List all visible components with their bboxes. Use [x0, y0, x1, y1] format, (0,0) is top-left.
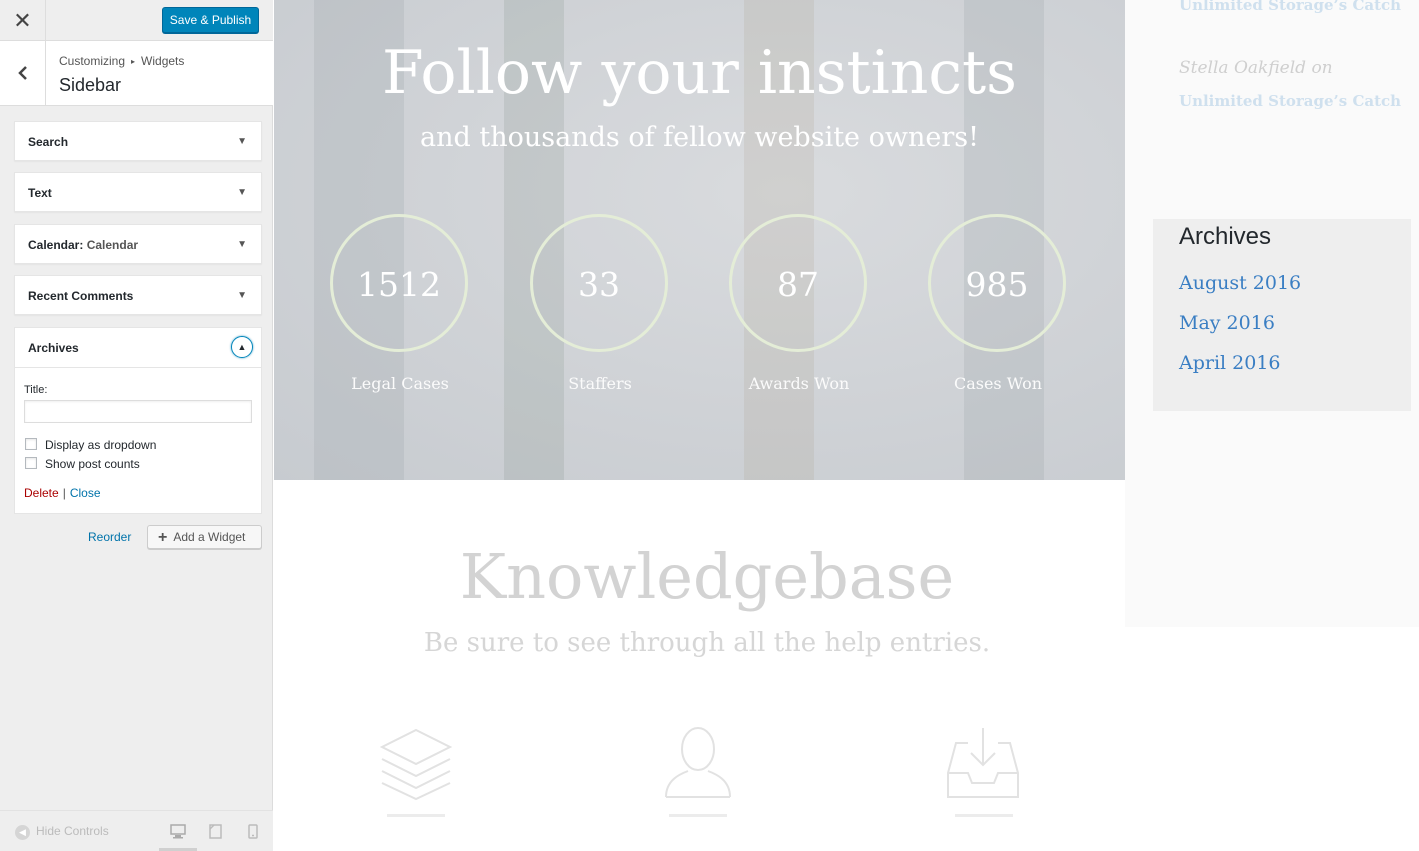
recent-comment-author: Stella Oakfield on [1179, 58, 1333, 78]
close-link[interactable]: Close [70, 486, 101, 500]
arrow-up-icon[interactable]: ▲ [231, 336, 253, 358]
action-separator: | [62, 486, 66, 500]
arrow-down-icon[interactable]: ▼ [237, 290, 247, 301]
recent-comment-link[interactable]: Unlimited Storage’s Catch [1179, 92, 1401, 110]
archive-link[interactable]: April 2016 [1179, 352, 1281, 374]
breadcrumb-item: Widgets [141, 54, 185, 68]
display-dropdown-option[interactable]: Display as dropdown [25, 438, 156, 452]
stat-counter: 33 Staffers [530, 214, 670, 393]
customizer-panel: ✕ Save & Publish Customizing ▸ Widgets Sid… [0, 0, 273, 851]
widget-text[interactable]: Text ▼ [14, 172, 262, 212]
widget-title: Recent Comments [28, 289, 134, 303]
knowledgebase-subtitle: Be sure to see through all the help entr… [423, 628, 991, 658]
stat-counter: 1512 Legal Cases [330, 214, 470, 393]
title-label: Title: [24, 384, 48, 396]
customizer-footer: ◀ Hide Controls [0, 810, 273, 851]
stat-value: 1512 [330, 214, 468, 352]
knowledgebase-title: Knowledgebase [459, 540, 955, 613]
stat-value: 87 [729, 214, 867, 352]
stat-label: Cases Won [953, 374, 1043, 393]
layers-icon [379, 728, 453, 801]
customizer-header: ✕ Save & Publish [0, 0, 273, 41]
widget-title: Archives [28, 341, 79, 355]
stat-label: Awards Won [748, 374, 850, 393]
archive-link[interactable]: May 2016 [1179, 312, 1275, 334]
widget-subtitle: Calendar [86, 238, 139, 252]
close-icon: ✕ [13, 8, 32, 33]
delete-link[interactable]: Delete [24, 486, 59, 500]
stat-label: Legal Cases [351, 374, 449, 393]
archives-title: Archives [1179, 223, 1272, 250]
title-input[interactable] [24, 400, 252, 423]
stat-label: Staffers [568, 374, 632, 393]
breadcrumb-separator-icon: ▸ [131, 57, 136, 66]
hide-controls-icon: ◀ [15, 825, 30, 840]
widget-title-text: Calendar [28, 238, 80, 252]
plus-icon: + [158, 529, 168, 546]
arrow-down-icon[interactable]: ▼ [237, 239, 247, 250]
save-publish-button[interactable]: Save & Publish [162, 7, 259, 33]
widget-title: Search [28, 135, 69, 149]
display-dropdown-checkbox[interactable] [25, 438, 37, 450]
stat-counter: 87 Awards Won [729, 214, 869, 393]
close-customizer-button[interactable]: ✕ [0, 0, 46, 41]
reorder-link[interactable]: Reorder [88, 530, 131, 544]
stat-value: 33 [530, 214, 668, 352]
back-icon [17, 66, 27, 80]
display-dropdown-label: Display as dropdown [45, 438, 157, 452]
section-header: Customizing ▸ Widgets Sidebar [0, 41, 273, 106]
hero-section: Follow your instincts and thousands of f… [274, 0, 1125, 480]
breadcrumb: Customizing ▸ Widgets [59, 54, 184, 68]
arrow-down-icon[interactable]: ▼ [237, 136, 247, 147]
widget-calendar[interactable]: Calendar: Calendar ▼ [14, 224, 262, 264]
mobile-icon[interactable] [248, 824, 258, 839]
hide-controls-label: Hide Controls [36, 824, 109, 838]
widget-archives: Archives ▲ Title: Display as dropdown Sh… [14, 327, 262, 514]
archives-widget-preview: Archives August 2016 May 2016 April 2016 [1153, 219, 1411, 411]
show-counts-option[interactable]: Show post counts [25, 457, 140, 471]
section-title: Sidebar [59, 75, 122, 95]
back-button[interactable] [0, 41, 46, 106]
widget-recent-comments[interactable]: Recent Comments ▼ [14, 275, 262, 315]
widget-archives-header[interactable]: Archives ▲ [15, 328, 261, 368]
hero-subtitle: and thousands of fellow website owners! [420, 122, 979, 153]
user-icon [665, 727, 731, 798]
divider [387, 814, 445, 817]
divider [955, 814, 1013, 817]
tablet-icon[interactable] [209, 824, 222, 839]
breadcrumb-item: Customizing [59, 54, 126, 68]
divider [669, 814, 727, 817]
archive-link[interactable]: August 2016 [1179, 272, 1301, 294]
add-widget-button[interactable]: + Add a Widget [147, 525, 262, 549]
show-counts-label: Show post counts [45, 457, 140, 471]
hero-title: Follow your instincts [382, 38, 1017, 108]
widget-actions: Delete | Close [24, 486, 101, 500]
inbox-download-icon [947, 728, 1019, 798]
desktop-icon[interactable] [170, 824, 186, 839]
show-counts-checkbox[interactable] [25, 457, 37, 469]
stat-counter: 985 Cases Won [928, 214, 1068, 393]
recent-comment-link[interactable]: Unlimited Storage’s Catch [1179, 0, 1401, 14]
widget-search[interactable]: Search ▼ [14, 121, 262, 161]
stat-value: 985 [928, 214, 1066, 352]
add-widget-label: Add a Widget [173, 530, 246, 544]
arrow-down-icon[interactable]: ▼ [237, 187, 247, 198]
widget-title: Text [28, 186, 52, 200]
hide-controls-button[interactable]: ◀ Hide Controls [15, 824, 109, 840]
widget-title: Calendar: Calendar [28, 238, 139, 252]
